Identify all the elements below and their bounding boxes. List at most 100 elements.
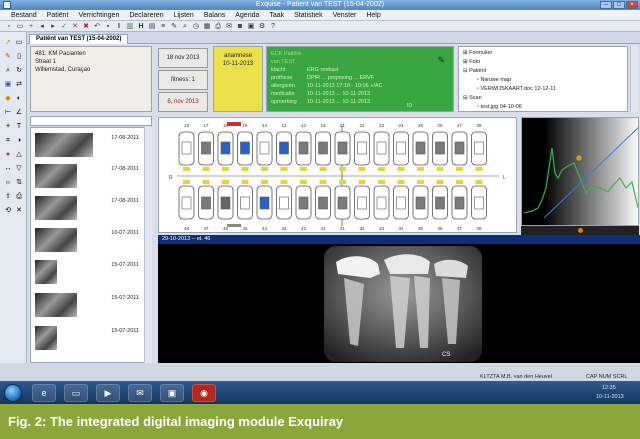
list-item[interactable]: 17-08-2011 — [33, 131, 141, 161]
pointer-icon[interactable]: ➚ — [3, 38, 13, 48]
print-small-icon[interactable]: ⎙ — [14, 192, 24, 202]
edit-pencil-icon[interactable]: ✎ — [437, 55, 445, 66]
sharpen-icon[interactable]: △ — [14, 150, 24, 160]
menu-lijsten[interactable]: Lijsten — [169, 10, 199, 20]
header-icon[interactable]: H — [136, 22, 146, 31]
xray-image[interactable]: CS — [158, 244, 640, 363]
angle-icon[interactable]: ∠ — [14, 108, 24, 118]
list-item[interactable]: 15-07-2011 — [33, 324, 141, 354]
camera-icon[interactable]: ◙ — [235, 22, 245, 31]
menu-verrichtingen[interactable]: Verrichtingen — [73, 10, 124, 20]
undo-icon[interactable]: ↶ — [92, 22, 102, 31]
xray-thumbnail[interactable] — [35, 293, 77, 317]
open-icon[interactable]: ▭ — [15, 22, 25, 31]
menu-balans[interactable]: Balans — [199, 10, 230, 20]
start-button[interactable] — [4, 384, 22, 402]
print-icon[interactable]: ⎙ — [213, 22, 223, 31]
forward-icon[interactable]: ▸ — [48, 22, 58, 31]
last-visit-button[interactable]: 8, nov 2013 — [158, 92, 208, 112]
list-item[interactable]: 10-07-2011 — [33, 226, 141, 256]
rotate-icon[interactable]: ↻ — [14, 66, 24, 76]
list-item[interactable]: 17-08-2011 — [33, 194, 141, 224]
list-item[interactable]: 17-08-2011 — [33, 162, 141, 192]
marker-icon[interactable]: ● — [3, 150, 13, 160]
pdf-icon[interactable]: ◉ — [192, 384, 216, 402]
delete-image-icon[interactable]: ✕ — [14, 206, 24, 216]
ok-icon[interactable]: ✓ — [59, 22, 69, 31]
ie-icon[interactable]: e — [32, 384, 56, 402]
chart-icon[interactable]: ▥ — [125, 22, 135, 31]
calendar-icon[interactable]: ▤ — [147, 22, 157, 31]
menu-venster[interactable]: Venster — [328, 10, 362, 20]
tree-item-formulier[interactable]: ⊞ Formulier — [463, 49, 623, 58]
help-icon[interactable]: ? — [268, 22, 278, 31]
tree-item-nieuwe-map[interactable]: ▫ Nieuwe map — [463, 76, 623, 85]
slider-handle[interactable] — [578, 228, 583, 233]
anamnese-panel[interactable]: anamnese 10-11-2013 — [213, 46, 263, 112]
folder-icon[interactable]: ▭ — [64, 384, 88, 402]
tree-item-scan[interactable]: ⊟ Scan — [463, 94, 623, 103]
list-item[interactable]: 15-07-2011 — [33, 258, 141, 288]
mirror-icon[interactable]: ⇅ — [14, 178, 24, 188]
tree-item-foto[interactable]: ⊞ Foto — [463, 58, 623, 67]
tab-patient[interactable]: Patiënt van TEST (15-04-2002) — [29, 34, 129, 44]
close-icon[interactable]: × — [626, 1, 638, 9]
mail-icon[interactable]: ✉ — [224, 22, 234, 31]
list-icon[interactable]: ≡ — [158, 22, 168, 31]
tree-item-test-jpg[interactable]: ▫ test.jpg 04-10-06 — [463, 103, 623, 112]
grid-icon[interactable]: ▦ — [202, 22, 212, 31]
menu-declareren[interactable]: Declareren — [124, 10, 168, 20]
menu-statistiek[interactable]: Statistiek — [289, 10, 327, 20]
save-icon[interactable]: ▪ — [103, 22, 113, 31]
filter-icon[interactable]: ▽ — [14, 164, 24, 174]
flip-icon[interactable]: ⇄ — [14, 80, 24, 90]
delete-icon[interactable]: ✖ — [81, 22, 91, 31]
export-icon[interactable]: ⇪ — [3, 192, 13, 202]
ruler-icon[interactable]: ⊢ — [3, 108, 13, 118]
crop-icon[interactable]: ⌗ — [3, 136, 13, 146]
italic-icon[interactable]: I — [114, 22, 124, 31]
back-icon[interactable]: ◂ — [37, 22, 47, 31]
tree-item-patient[interactable]: ⊟ Patiënt — [463, 67, 623, 76]
xray-thumbnail[interactable] — [35, 326, 57, 350]
highlight-icon[interactable]: ◆ — [3, 94, 13, 104]
tree-item-verwijskaart[interactable]: ▫ VERWIJSKAART.doc 12-12-11 — [463, 85, 623, 94]
exquise-icon[interactable]: ▣ — [160, 384, 184, 402]
xray-thumbnail[interactable] — [35, 260, 57, 284]
fitness-button[interactable]: fitness: 1 — [158, 70, 208, 90]
next-appointment-button[interactable]: 18 nov 2013 — [158, 48, 208, 68]
settings-icon[interactable]: ⚙ — [257, 22, 267, 31]
zoom-icon[interactable]: ⌕ — [3, 66, 13, 76]
pencil-icon[interactable]: ✎ — [3, 52, 13, 62]
menu-help[interactable]: Help — [361, 10, 385, 20]
contrast-icon[interactable]: ◐ — [14, 94, 24, 104]
minimize-icon[interactable]: – — [600, 1, 612, 9]
pen-icon[interactable]: ✎ — [169, 22, 179, 31]
reset-icon[interactable]: ⟲ — [3, 206, 13, 216]
brightness-icon[interactable]: ☼ — [3, 178, 13, 188]
monitor-icon[interactable]: ▣ — [246, 22, 256, 31]
text-icon[interactable]: T — [14, 122, 24, 132]
new-icon[interactable]: ▫ — [4, 22, 14, 31]
xray-viewer[interactable]: CS — [158, 244, 640, 363]
menu-agenda[interactable]: Agenda — [230, 10, 264, 20]
menu-patient[interactable]: Patiënt — [42, 10, 74, 20]
xray-thumbnail[interactable] — [35, 164, 77, 188]
cancel-icon[interactable]: ✕ — [70, 22, 80, 31]
measure-icon[interactable]: ↔ — [3, 164, 13, 174]
menu-taak[interactable]: Taak — [264, 10, 289, 20]
clock-icon[interactable]: ◷ — [191, 22, 201, 31]
document-icon[interactable]: ▯ — [14, 52, 24, 62]
add-icon[interactable]: + — [26, 22, 36, 31]
image-filter-input[interactable] — [30, 116, 152, 126]
outlook-icon[interactable]: ✉ — [128, 384, 152, 402]
invert-icon[interactable]: ◑ — [14, 136, 24, 146]
media-icon[interactable]: ▶ — [96, 384, 120, 402]
tree-scrollbar[interactable] — [630, 46, 638, 112]
list-item[interactable]: 15-07-2011 — [33, 291, 141, 321]
menu-bestand[interactable]: Bestand — [6, 10, 42, 20]
histogram[interactable] — [522, 118, 639, 226]
xray-thumbnail[interactable] — [35, 228, 77, 252]
maximize-icon[interactable]: □ — [613, 1, 625, 9]
dental-chart[interactable]: 18 17 16 15 14 13 12 11 21 22 23 24 25 26 27 2848 47 46 45… — [159, 118, 518, 234]
